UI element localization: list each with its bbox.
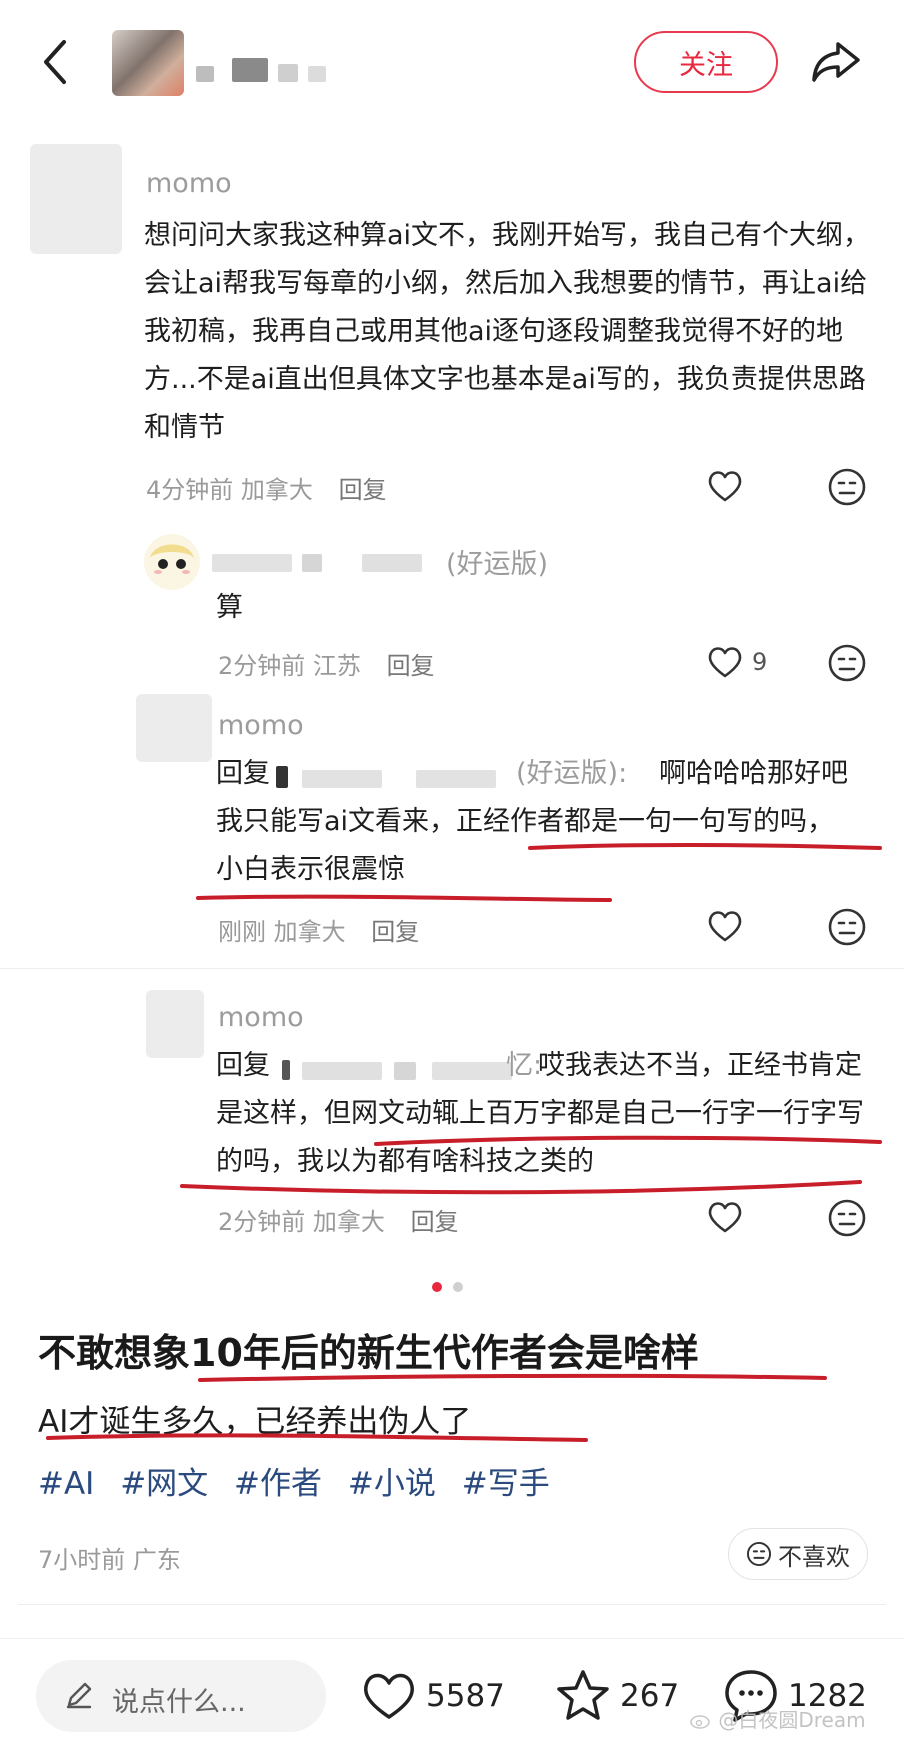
weibo-icon: [690, 1710, 712, 1729]
divider: [18, 1604, 886, 1605]
divider: [0, 1638, 904, 1639]
heart-icon[interactable]: [705, 1197, 745, 1237]
comment-meta: 4分钟前 加拿大 回复: [146, 470, 387, 505]
tag-link[interactable]: #网文: [120, 1466, 208, 1502]
reply-button[interactable]: 回复: [339, 476, 387, 504]
comment-location: 加拿大: [240, 476, 313, 504]
comment-location: 加拿大: [273, 918, 346, 946]
comment-time: 2分钟前: [218, 1208, 306, 1236]
dislike-face-icon: [746, 1541, 772, 1567]
watermark-text: @白夜圆Dream: [718, 1708, 866, 1732]
comment-text: 想问问大家我这种算ai文不，我刚开始写，我自己有个大纲，会让ai帮我写每章的小纲…: [144, 220, 871, 443]
comment-time: 刚刚: [218, 918, 266, 946]
dislike-face-icon[interactable]: [827, 1198, 867, 1238]
post-location: 广东: [132, 1546, 181, 1574]
post-tags: #AI #网文 #作者 #小说 #写手: [38, 1458, 566, 1503]
follow-button[interactable]: 关注: [634, 31, 778, 93]
commenter-name[interactable]: momo: [218, 1002, 304, 1033]
author-avatar[interactable]: [112, 30, 184, 96]
like-count: 5587: [426, 1678, 505, 1714]
carousel-dot[interactable]: [453, 1282, 463, 1292]
dislike-label: 不喜欢: [778, 1542, 850, 1571]
share-icon[interactable]: [808, 34, 864, 90]
comment-location: 加拿大: [312, 1208, 385, 1236]
highlight-underline: [196, 843, 882, 902]
tag-link[interactable]: #AI: [38, 1466, 94, 1502]
tag-link[interactable]: #写手: [462, 1466, 550, 1502]
heart-icon[interactable]: [705, 642, 745, 682]
collect-button[interactable]: 267: [554, 1668, 679, 1724]
carousel-dot-active[interactable]: [432, 1282, 442, 1292]
commenter-name[interactable]: momo: [146, 168, 232, 199]
commenter-name[interactable]: momo: [218, 710, 304, 741]
post-time: 7小时前: [38, 1546, 126, 1574]
comment-location: 江苏: [312, 652, 361, 680]
commenter-avatar[interactable]: [144, 534, 200, 590]
tag-link[interactable]: #小说: [348, 1466, 436, 1502]
like-count: 9: [752, 648, 768, 676]
highlight-underline: [180, 1135, 882, 1195]
comment-input-placeholder: 说点什么...: [112, 1687, 246, 1718]
comment-input[interactable]: 说点什么...: [36, 1660, 326, 1732]
back-icon[interactable]: [38, 36, 72, 88]
comment-meta: 2分钟前 加拿大 回复: [218, 1202, 459, 1237]
dislike-face-icon[interactable]: [827, 643, 867, 683]
commenter-name-suffix: (好运版): [446, 549, 549, 580]
reply-button[interactable]: 回复: [411, 1208, 459, 1236]
heart-icon[interactable]: [705, 906, 745, 946]
dislike-face-icon[interactable]: [827, 907, 867, 947]
commenter-avatar[interactable]: [136, 694, 212, 762]
star-icon: [554, 1668, 612, 1724]
author-name-redacted[interactable]: [196, 52, 356, 82]
like-button[interactable]: 5587: [360, 1668, 505, 1724]
reply-button[interactable]: 回复: [371, 918, 419, 946]
dislike-button[interactable]: 不喜欢: [728, 1528, 868, 1580]
commenter-name-redacted[interactable]: [212, 548, 442, 576]
heart-icon[interactable]: [705, 466, 745, 506]
commenter-avatar[interactable]: [146, 990, 204, 1058]
pencil-icon: [64, 1680, 94, 1710]
comment-text: 算: [216, 592, 243, 623]
post-meta: 7小时前 广东: [38, 1540, 181, 1575]
heart-icon: [360, 1669, 418, 1723]
comment-time: 2分钟前: [218, 652, 306, 680]
divider: [0, 968, 904, 969]
dislike-face-icon[interactable]: [827, 467, 867, 507]
watermark: @白夜圆Dream: [690, 1704, 866, 1733]
comment-meta: 2分钟前 江苏 回复: [218, 646, 435, 681]
comment-meta: 刚刚 加拿大 回复: [218, 912, 419, 947]
highlight-underline: [46, 1373, 827, 1442]
tag-link[interactable]: #作者: [234, 1466, 322, 1502]
reply-button[interactable]: 回复: [387, 652, 435, 680]
star-count: 267: [620, 1678, 680, 1714]
comment-time: 4分钟前: [146, 476, 234, 504]
commenter-avatar[interactable]: [30, 144, 122, 254]
